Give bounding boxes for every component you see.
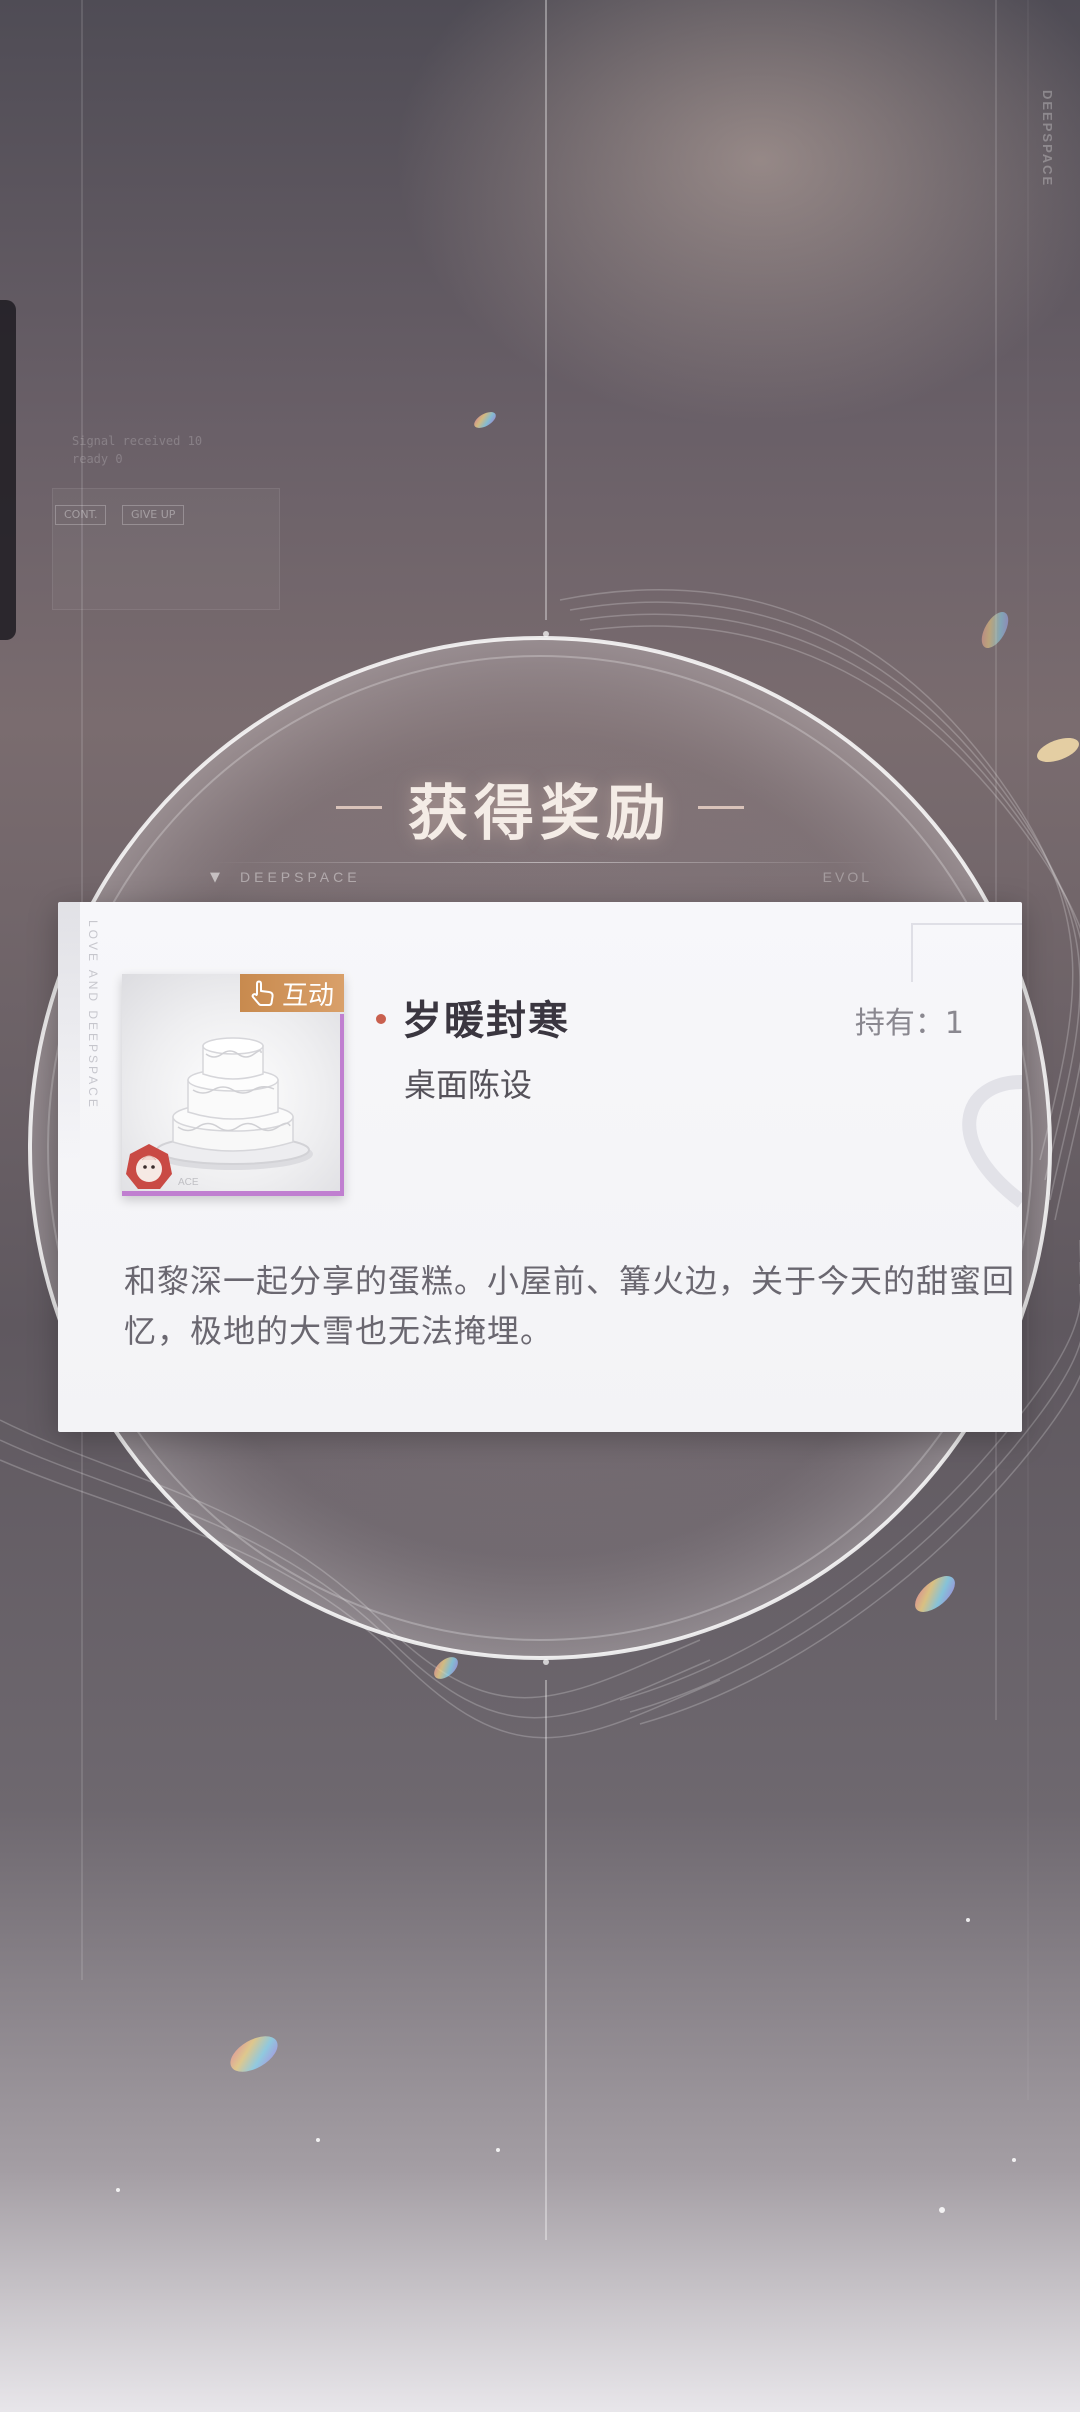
subline-evol: EVOL (822, 869, 872, 885)
ghost-line: Signal received 10 (72, 434, 203, 448)
card-side-strip (58, 902, 80, 1162)
lover-avatar-badge-icon (126, 1144, 172, 1189)
item-thumbnail[interactable]: 互动 ACE (122, 974, 344, 1196)
name-bullet-dot (376, 1014, 386, 1024)
side-drawer-handle[interactable] (0, 300, 16, 640)
thumbnail-frame-right (340, 1014, 344, 1196)
card-bracket-decoration (911, 923, 1022, 1208)
interactive-tag: 互动 (239, 974, 344, 1012)
ghost-line: ready 0 (72, 452, 123, 466)
item-type: 桌面陈设 (404, 1066, 533, 1104)
brand-vertical-text: DEEPSPACE (1040, 90, 1055, 188)
badge-ghost-text: ACE (178, 1177, 199, 1188)
tap-hand-icon (251, 980, 274, 1006)
reward-card[interactable]: LOVE AND DEEPSPACE 互动 ACE 岁暖封寒 持有：1 桌面陈设… (58, 902, 1022, 1432)
interactive-tag-label: 互动 (281, 980, 334, 1011)
triangle-down-icon: ▼ (210, 870, 220, 885)
card-vertical-brand: LOVE AND DEEPSPACE (86, 920, 100, 1110)
item-description: 和黎深一起分享的蛋糕。小屋前、篝火边，关于今天的甜蜜回忆，极地的大雪也无法掩埋。 (124, 1262, 1016, 1350)
reward-title: 获得奖励 (408, 779, 672, 849)
reward-screen[interactable]: CONT. GIVE UP Signal received 10 ready 0… (0, 0, 1080, 2412)
owned-count: 持有：1 (854, 1006, 964, 1041)
title-subline: ▼ DEEPSPACE EVOL (210, 862, 880, 892)
subline-brand: DEEPSPACE (240, 869, 361, 885)
ghost-give-up-label: GIVE UP (122, 505, 185, 525)
item-name: 岁暖封寒 (402, 997, 570, 1044)
subline-divider (210, 862, 880, 863)
thumbnail-frame-bottom (122, 1191, 344, 1196)
ghost-continue-label: CONT. (55, 505, 107, 525)
